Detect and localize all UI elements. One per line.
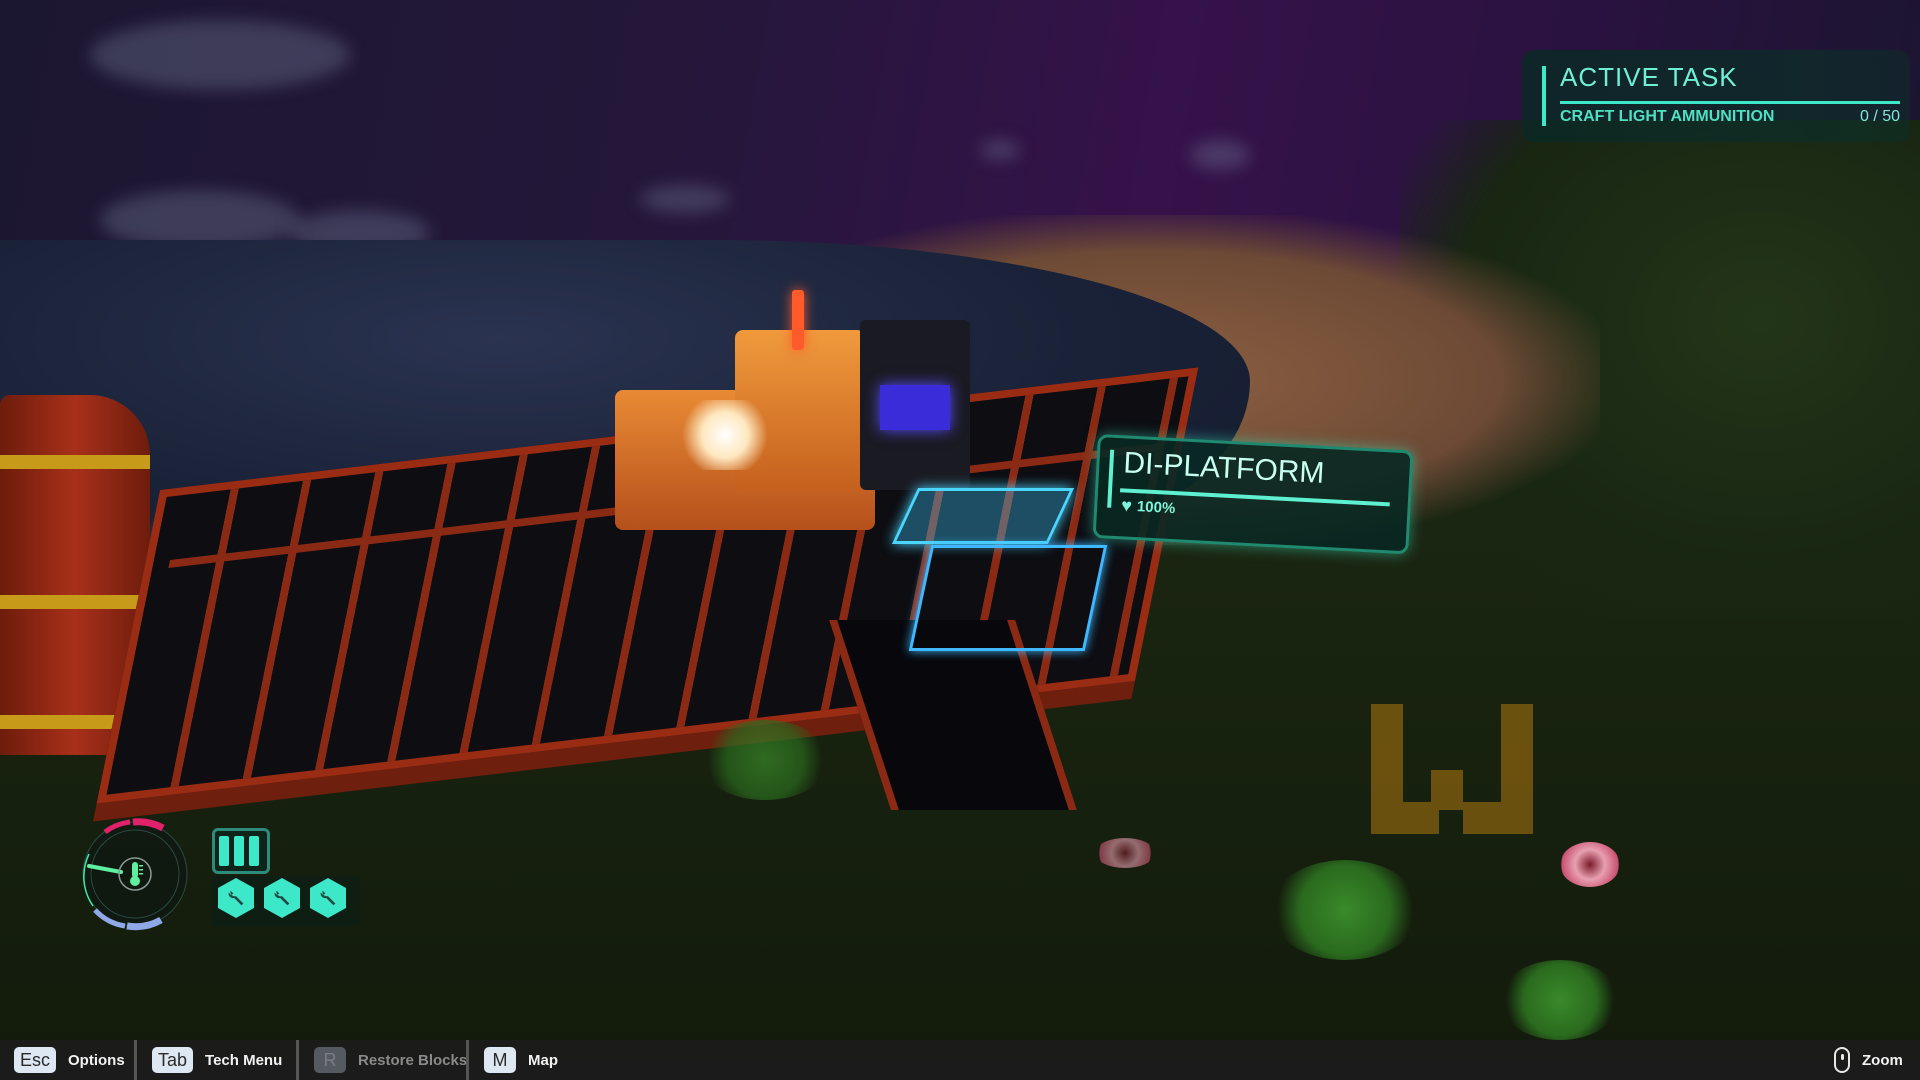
active-task-panel: ACTIVE TASK CRAFT LIGHT AMMUNITION 0 / 5… xyxy=(1522,50,1910,142)
zoom-hint[interactable]: Zoom xyxy=(1834,1040,1903,1080)
placement-outline xyxy=(908,545,1108,651)
divider xyxy=(134,1040,137,1080)
tech-menu-hint[interactable]: Tab Tech Menu xyxy=(152,1040,282,1080)
battery-cell xyxy=(249,836,259,866)
clover-bush xyxy=(700,720,830,800)
hologram-platform-preview xyxy=(891,488,1075,544)
battery-cell xyxy=(234,836,244,866)
divider xyxy=(466,1040,469,1080)
target-name: DI-PLATFORM xyxy=(1122,446,1326,490)
active-task-name: CRAFT LIGHT AMMUNITION xyxy=(1560,108,1775,125)
restore-blocks-hint[interactable]: R Restore Blocks xyxy=(314,1040,467,1080)
target-health: ♥ 100% xyxy=(1120,495,1176,517)
wrench-icon xyxy=(218,878,254,918)
red-flower xyxy=(1095,838,1155,868)
r-key: R xyxy=(314,1047,346,1073)
tab-key: Tab xyxy=(152,1047,194,1073)
task-divider xyxy=(1560,101,1900,104)
plant-sprouts xyxy=(1500,960,1620,1040)
target-health-value: 100% xyxy=(1136,497,1176,517)
generator-screen xyxy=(880,385,950,430)
lamp-glow xyxy=(680,400,770,470)
restore-blocks-label: Restore Blocks xyxy=(358,1051,468,1069)
tech-menu-label: Tech Menu xyxy=(205,1051,283,1069)
options-hint[interactable]: Esc Options xyxy=(14,1040,125,1080)
map-label: Map xyxy=(528,1051,558,1069)
clover-bush xyxy=(1270,860,1420,960)
options-label: Options xyxy=(68,1051,125,1069)
target-accent-bar xyxy=(1107,449,1115,508)
cloud xyxy=(640,185,730,213)
cloud xyxy=(1190,140,1250,170)
wrench-icon xyxy=(310,878,346,918)
task-accent-bar xyxy=(1542,66,1546,126)
pink-flower xyxy=(1560,842,1620,887)
cloud xyxy=(980,140,1020,160)
divider xyxy=(296,1040,299,1080)
cloud xyxy=(90,20,350,90)
zoom-label: Zoom xyxy=(1862,1051,1903,1069)
mouse-scroll-icon xyxy=(1834,1047,1850,1073)
watermark-logo xyxy=(1371,704,1533,834)
heart-icon: ♥ xyxy=(1120,495,1133,516)
map-hint[interactable]: M Map xyxy=(484,1040,558,1080)
target-info-panel: DI-PLATFORM ♥ 100% xyxy=(1092,434,1414,555)
active-task-progress: 0 / 50 xyxy=(1859,108,1900,125)
esc-key: Esc xyxy=(14,1047,57,1073)
active-task-heading: ACTIVE TASK xyxy=(1560,62,1738,92)
battery-indicator xyxy=(212,828,270,874)
battery-charging-icon xyxy=(219,836,229,866)
temperature-gauge xyxy=(82,818,188,931)
m-key: M xyxy=(484,1047,516,1073)
repair-kit-slots xyxy=(212,876,359,926)
antenna-beacon xyxy=(792,290,804,350)
wrench-icon xyxy=(264,878,300,918)
control-hints-bar: Esc Options Tab Tech Menu R Restore Bloc… xyxy=(0,1040,1920,1080)
